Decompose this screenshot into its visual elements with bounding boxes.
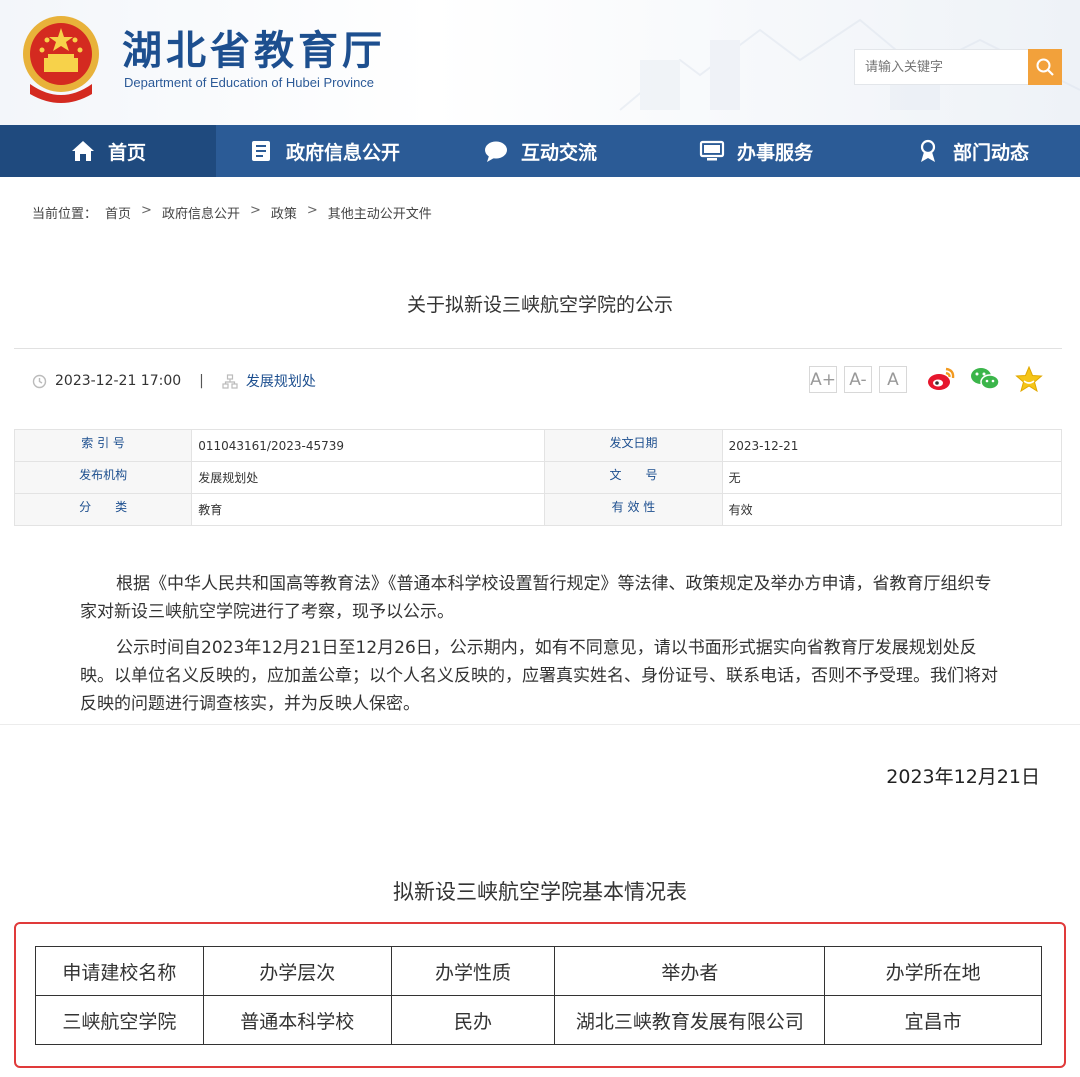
table-header-cell: 办学性质	[390, 946, 556, 996]
nav-item-label: 政府信息公开	[285, 141, 400, 164]
info-value: 011043161/2023-45739	[191, 429, 546, 462]
document-info-table: 索 引 号 011043161/2023-45739 发文日期 2023-12-…	[13, 429, 1063, 526]
table-cell: 民办	[390, 995, 556, 1045]
share-weibo-button[interactable]	[926, 364, 956, 394]
meta-separator: |	[199, 373, 204, 389]
main-nav: 首页 政府信息公开 互动交流 办事服务 部门动态	[0, 125, 1080, 177]
table-header-row: 申请建校名称 办学层次 办学性质 举办者 办学所在地	[35, 946, 1042, 996]
chat-icon	[484, 141, 507, 162]
font-reset-button[interactable]: A	[879, 366, 907, 393]
article-title: 关于拟新设三峡航空学院的公示	[406, 294, 673, 316]
breadcrumb: 当前位置： 首页 > 政府信息公开 > 政策 > 其他主动公开文件	[32, 203, 432, 222]
search-button[interactable]	[1028, 49, 1062, 85]
table-header-cell: 举办者	[554, 946, 826, 996]
info-value: 无	[721, 461, 1063, 494]
meta-divider	[14, 348, 1062, 349]
share-wechat-button[interactable]	[970, 364, 1000, 394]
table-header-cell: 办学层次	[202, 946, 392, 996]
info-value: 发展规划处	[191, 461, 546, 494]
breadcrumb-prefix: 当前位置：	[32, 207, 98, 222]
org-chart-icon	[222, 373, 238, 389]
clock-icon	[32, 374, 47, 388]
info-key: 发文日期	[544, 429, 723, 462]
breadcrumb-separator: >	[141, 203, 152, 218]
nav-item-interaction[interactable]: 互动交流	[432, 125, 648, 177]
font-decrease-button[interactable]: A-	[844, 366, 872, 393]
home-icon	[71, 141, 94, 161]
site-header: 湖北省教育厅 Department of Education of Hubei …	[0, 0, 1080, 125]
info-value: 有效	[721, 493, 1063, 526]
table-cell: 宜昌市	[824, 995, 1042, 1045]
breadcrumb-link-policy[interactable]: 政策	[271, 203, 297, 222]
publish-datetime: 2023-12-21 17:00	[55, 373, 182, 389]
site-subtitle: Department of Education of Hubei Provinc…	[124, 75, 375, 90]
nav-item-label: 互动交流	[520, 141, 597, 164]
info-key: 文 号	[544, 461, 723, 494]
badge-icon	[920, 139, 936, 162]
national-emblem-icon	[23, 16, 99, 103]
share-buttons	[926, 364, 1044, 394]
table-header-cell: 申请建校名称	[35, 946, 204, 996]
publish-department[interactable]: 发展规划处	[246, 371, 316, 391]
notice-date: 2023年12月21日	[886, 766, 1040, 788]
table-cell: 湖北三峡教育发展有限公司	[554, 995, 826, 1045]
document-icon	[251, 141, 270, 161]
star-icon	[1015, 366, 1043, 392]
nav-item-gov-info[interactable]: 政府信息公开	[216, 125, 432, 177]
nav-item-label: 首页	[107, 141, 146, 164]
section-divider	[0, 724, 1080, 725]
nav-item-home[interactable]: 首页	[0, 125, 216, 177]
breadcrumb-separator: >	[249, 203, 261, 218]
table-header-cell: 办学所在地	[824, 946, 1042, 996]
search-input[interactable]	[854, 49, 1029, 85]
nav-item-label: 部门动态	[952, 141, 1029, 164]
table-row: 发布机构 发展规划处 文 号 无	[13, 461, 1063, 494]
table-row: 分 类 教育 有 效 性 有效	[13, 493, 1063, 526]
article-meta: 2023-12-21 17:00 | 发展规划处	[32, 371, 316, 391]
table-title: 拟新设三峡航空学院基本情况表	[393, 880, 687, 904]
info-key: 分 类	[13, 493, 193, 526]
breadcrumb-link-other-files[interactable]: 其他主动公开文件	[328, 203, 432, 222]
school-info-table: 申请建校名称 办学层次 办学性质 举办者 办学所在地 三峡航空学院 普通本科学校…	[35, 946, 1042, 1045]
weibo-icon	[928, 367, 955, 390]
favorite-button[interactable]	[1014, 364, 1044, 394]
body-paragraph-1: 根据《中华人民共和国高等教育法》《普通本科学校设置暂行规定》等法律、政策规定及举…	[80, 574, 992, 622]
nav-item-services[interactable]: 办事服务	[648, 125, 864, 177]
table-row: 索 引 号 011043161/2023-45739 发文日期 2023-12-…	[13, 429, 1063, 462]
search-icon	[1036, 58, 1054, 76]
info-key: 有 效 性	[544, 493, 723, 526]
breadcrumb-separator: >	[306, 203, 318, 218]
info-value: 教育	[191, 493, 546, 526]
info-key: 索 引 号	[13, 429, 193, 462]
font-size-controls: A+ A- A	[809, 366, 907, 393]
nav-item-dept-news[interactable]: 部门动态	[864, 125, 1080, 177]
info-value: 2023-12-21	[721, 429, 1063, 462]
monitor-icon	[699, 140, 725, 161]
body-paragraph-2: 公示时间自2023年12月21日至12月26日，公示期内，如有不同意见，请以书面…	[80, 638, 998, 714]
wechat-icon	[971, 368, 1000, 390]
table-cell: 三峡航空学院	[35, 995, 204, 1045]
font-increase-button[interactable]: A+	[809, 366, 837, 393]
info-key: 发布机构	[13, 461, 193, 494]
table-row: 三峡航空学院 普通本科学校 民办 湖北三峡教育发展有限公司 宜昌市	[35, 995, 1042, 1045]
nav-item-label: 办事服务	[736, 141, 813, 164]
table-cell: 普通本科学校	[202, 995, 392, 1045]
breadcrumb-link-home[interactable]: 首页	[105, 203, 131, 222]
breadcrumb-link-gov-info[interactable]: 政府信息公开	[162, 203, 240, 222]
site-title: 湖北省教育厅	[122, 27, 386, 74]
